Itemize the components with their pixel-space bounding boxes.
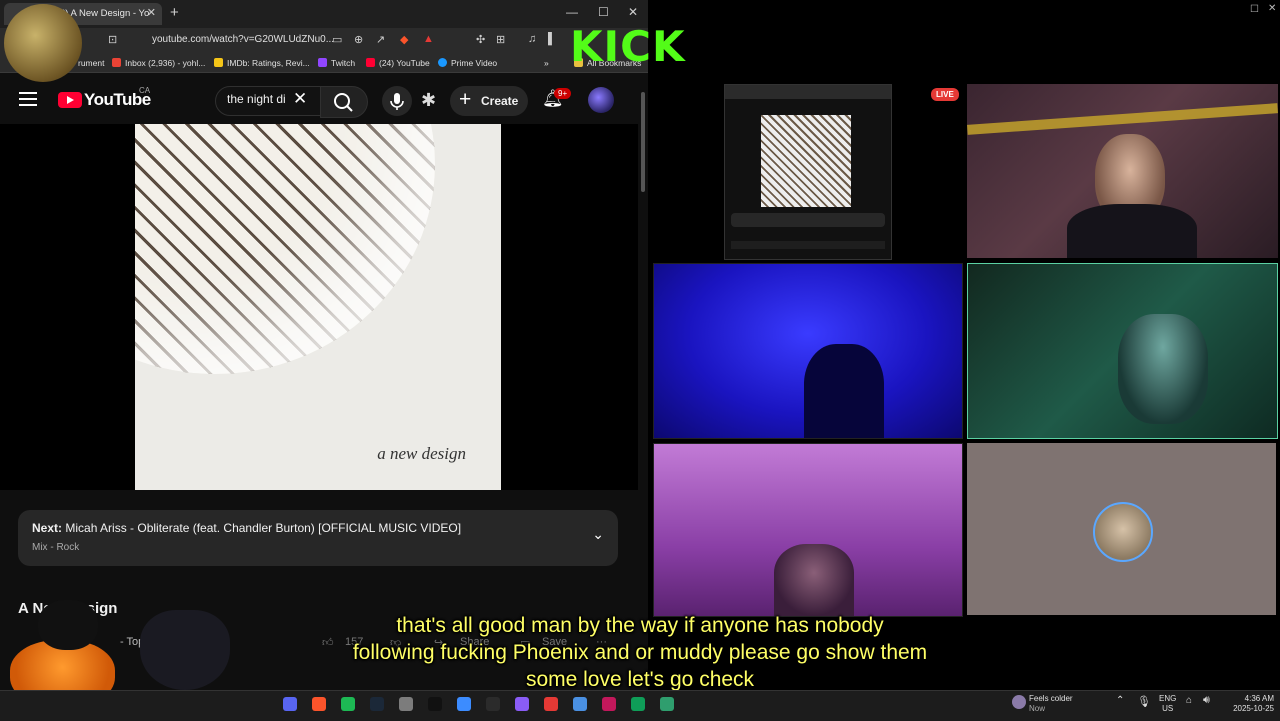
screen-share-preview [724,84,892,260]
taskbar-app-icon[interactable] [457,697,471,711]
share-page-icon[interactable]: ↗ [376,33,385,46]
search-icon [334,93,353,112]
taskbar-app-icon[interactable] [283,697,297,711]
webcam-feed-green [967,263,1278,439]
bookmark-page-icon[interactable]: ⊡ [108,33,117,46]
next-video-title: Micah Ariss - Obliterate (feat. Chandler… [65,521,462,535]
chevron-down-icon[interactable]: ⌄ [592,526,604,543]
search-value[interactable]: the night di [227,92,293,106]
taskbar-app-icon[interactable] [660,697,674,711]
brave-shield-icon[interactable]: ◆ [400,33,408,46]
maximize-icon[interactable]: ☐ [598,5,609,19]
screenshot-icon[interactable]: ⊞ [496,33,505,46]
clear-search-icon[interactable]: ✕ [293,89,307,109]
volume-icon[interactable]: 🔊︎ [1203,694,1210,707]
youtube-icon [366,58,375,67]
cat-sticker [38,600,98,650]
kick-logo: KICK [570,22,686,71]
bookmarks-overflow-icon[interactable]: » [544,58,549,68]
bat-sticker [140,610,230,690]
caption-line: following fucking Phoenix and or muddy p… [352,641,928,664]
microphone-icon[interactable]: 🎙︎ [1137,695,1151,708]
weather-widget[interactable]: Feels colder Now [1029,694,1073,714]
create-button[interactable]: + Create [450,86,528,116]
taskbar-app-icon[interactable] [399,697,413,711]
tray-overflow-icon[interactable]: ⌃ [1116,695,1124,706]
taskbar-app-icon[interactable] [428,697,442,711]
clock[interactable]: 4:36 AM 2025-10-25 [1224,694,1274,714]
taskbar-app-icon[interactable] [370,697,384,711]
account-avatar[interactable] [588,87,614,113]
tab-title: 2) A New Design - YouTube [60,8,150,19]
extension-gear-icon[interactable]: ✱ [421,90,436,111]
webcam-feed-purple [653,443,963,617]
moon-sticker [4,4,82,82]
bookmark-item[interactable]: IMDb: Ratings, Revi... [214,58,310,68]
webcam-feed-blue [653,263,963,439]
network-icon[interactable]: ⌂ [1186,695,1192,706]
media-icon[interactable]: ♫ [528,33,536,45]
scrollbar-thumb[interactable] [641,92,645,192]
bookmark-item[interactable]: Inbox (2,936) - yohl... [112,58,205,68]
next-prefix: Next: [32,521,63,535]
cast-icon[interactable]: ▭ [332,33,342,46]
minimize-icon[interactable]: — [566,5,578,19]
live-caption: that's all good man by the way if anyone… [300,612,980,693]
taskbar-app-icon[interactable] [544,697,558,711]
twitch-icon [318,58,327,67]
album-artwork: a new design [135,124,501,490]
microphone-icon [390,93,404,110]
url-field[interactable]: youtube.com/watch?v=G20WLUdZNu0... [152,34,334,45]
new-tab-icon[interactable]: + [170,4,179,21]
bookmark-item[interactable]: rument [78,58,104,68]
bookmark-item[interactable]: Twitch [318,58,355,68]
country-code: CA [139,86,151,95]
gmail-icon [112,58,121,67]
youtube-logo-icon[interactable] [58,92,82,108]
taskbar-app-icon[interactable] [341,697,355,711]
bookmark-item[interactable]: Prime Video [438,58,497,68]
prime-video-icon [438,58,447,67]
weather-icon[interactable] [1012,695,1026,709]
caption-line: that's all good man by the way if anyone… [396,614,884,637]
sidebar-icon[interactable]: ▌ [548,33,556,45]
zoom-icon[interactable]: ⊕ [354,33,363,46]
language-indicator[interactable]: ENG US [1159,694,1176,714]
close-window-icon[interactable]: ✕ [1268,3,1276,14]
up-next-card[interactable]: Next: Micah Ariss - Obliterate (feat. Ch… [18,510,618,566]
taskbar-app-icon[interactable] [312,697,326,711]
bookmark-item[interactable]: (24) YouTube [366,58,430,68]
microphone-mesh-image [135,124,435,374]
voice-search-button[interactable] [382,86,412,116]
plus-icon: + [459,88,472,111]
rewards-icon[interactable]: ▲ [423,33,434,45]
taskbar-app-icon[interactable] [631,697,645,711]
maximize-icon[interactable]: ☐ [1250,4,1259,15]
tab-close-icon[interactable]: ✕ [147,6,156,19]
album-artwork-text: a new design [377,444,466,463]
participant-avatar [1093,502,1153,562]
next-playlist-label: Mix - Rock [32,542,80,553]
search-button[interactable] [320,86,368,118]
menu-icon[interactable] [19,92,37,106]
taskbar-app-icon[interactable] [573,697,587,711]
imdb-icon [214,58,223,67]
taskbar-app-icon[interactable] [515,697,529,711]
taskbar-app-icon[interactable] [602,697,616,711]
webcam-feed-main [967,84,1278,258]
taskbar-app-icon[interactable] [486,697,500,711]
notification-badge: 9+ [554,88,572,99]
caption-line: some love let's go check [525,668,755,691]
close-window-icon[interactable]: ✕ [628,5,638,19]
extensions-icon[interactable]: ✣ [476,33,485,46]
live-badge: LIVE [931,88,959,101]
